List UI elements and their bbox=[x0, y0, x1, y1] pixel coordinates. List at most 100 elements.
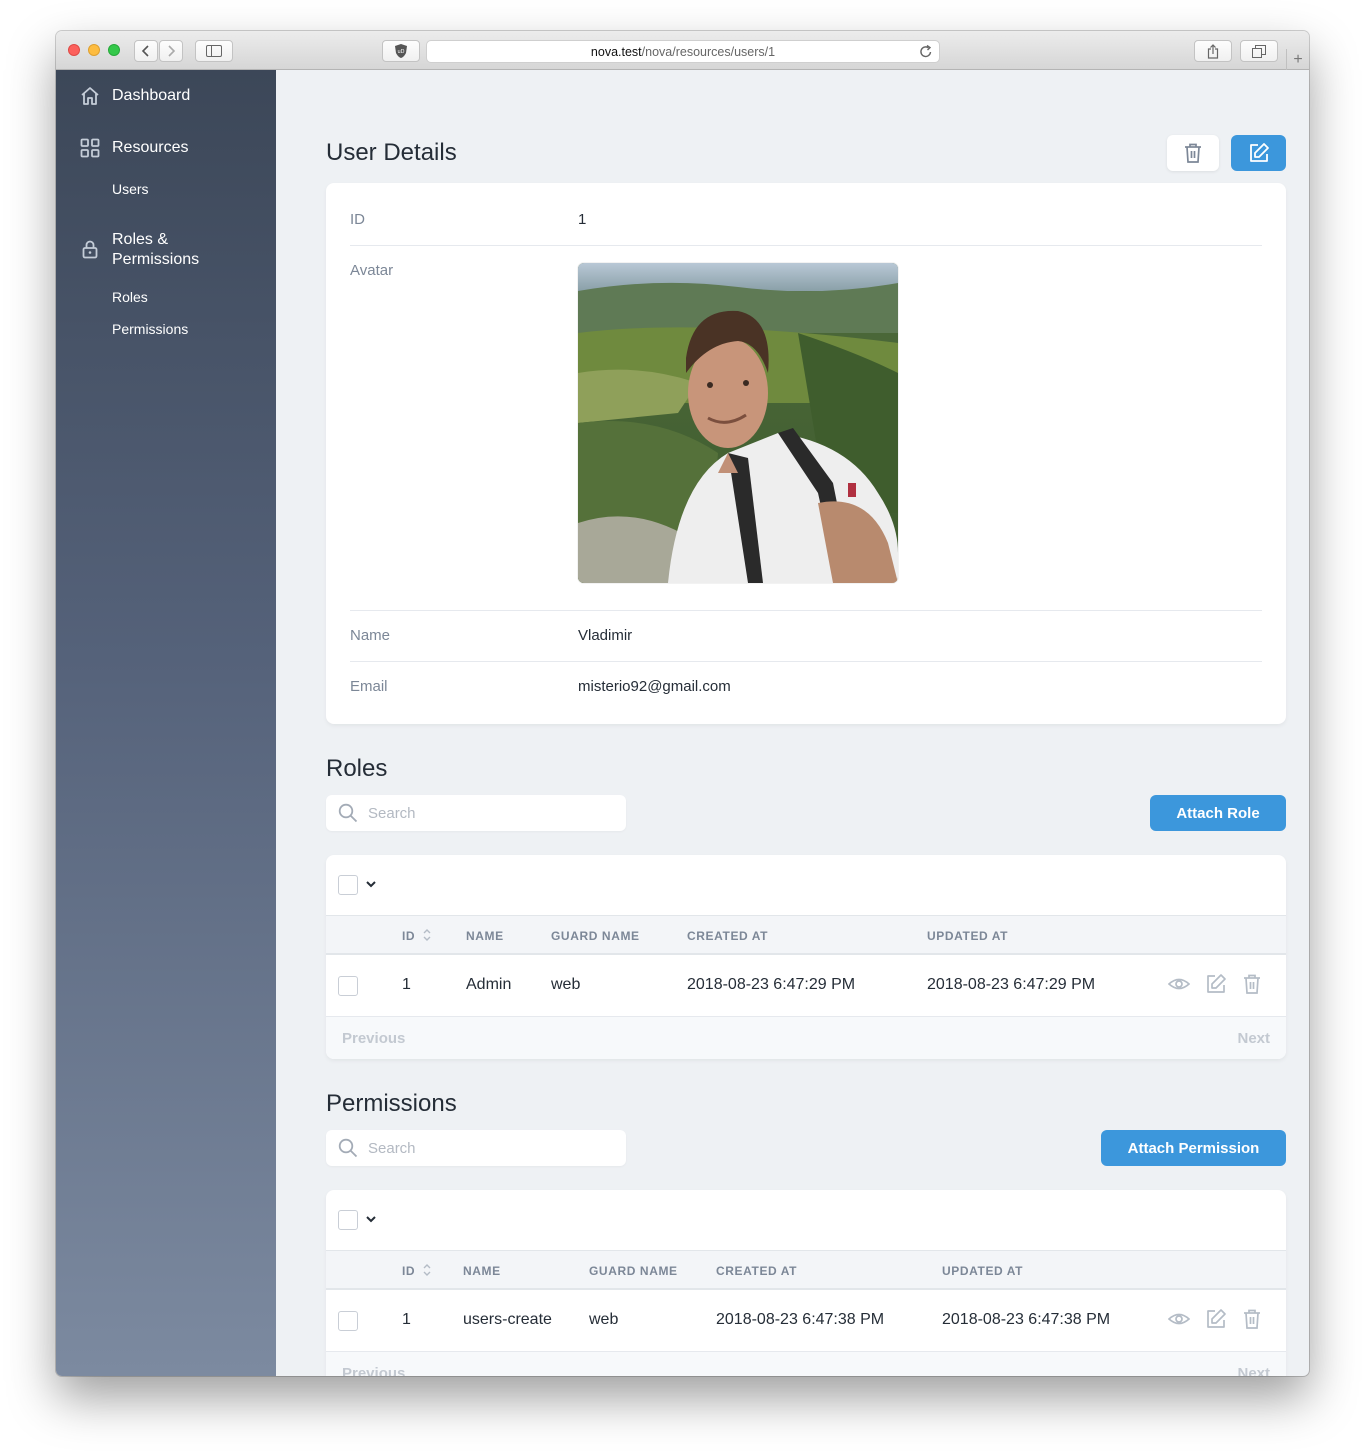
row-checkbox[interactable] bbox=[338, 976, 358, 996]
sidebar-item-roles-permissions[interactable]: Roles & Permissions bbox=[80, 230, 222, 270]
url-host: nova.test bbox=[590, 44, 642, 59]
pagination: Previous Next bbox=[326, 1351, 1286, 1376]
column-header-id[interactable]: ID bbox=[402, 929, 415, 943]
next-page-button[interactable]: Next bbox=[1237, 1030, 1270, 1047]
browser-window: uD nova.test/nova/resources/users/1 + Da… bbox=[56, 31, 1309, 1376]
cell-id: 1 bbox=[402, 976, 411, 993]
share-icon bbox=[1207, 43, 1219, 59]
attach-role-button[interactable]: Attach Role bbox=[1150, 795, 1286, 831]
sidebar-item-label: Dashboard bbox=[112, 87, 191, 104]
url-path: /nova/resources/users/1 bbox=[641, 44, 776, 59]
sidebar-item-label: Roles & Permissions bbox=[112, 231, 200, 268]
table-row: 1 users-create web 2018-08-23 6:47:38 PM… bbox=[326, 1290, 1286, 1351]
permissions-table: ID NAME GUARD NAME CREATED AT UPDATED AT… bbox=[326, 1190, 1286, 1376]
cell-name: users-create bbox=[463, 1311, 552, 1328]
table-header: ID NAME GUARD NAME CREATED AT UPDATED AT bbox=[326, 1250, 1286, 1290]
sort-icon[interactable] bbox=[423, 928, 431, 942]
tabs-icon bbox=[1252, 44, 1266, 58]
column-header-guard-name: GUARD NAME bbox=[551, 929, 640, 943]
close-window-button[interactable] bbox=[68, 44, 80, 56]
tabs-overview-button[interactable] bbox=[1240, 40, 1278, 62]
view-icon[interactable] bbox=[1168, 1308, 1190, 1330]
home-icon bbox=[81, 87, 99, 105]
row-checkbox[interactable] bbox=[338, 1311, 358, 1331]
detail-row-name: Name Vladimir bbox=[350, 611, 1262, 662]
cell-name: Admin bbox=[466, 976, 512, 993]
reload-icon[interactable] bbox=[919, 44, 933, 59]
page-title: User Details bbox=[326, 139, 457, 166]
chevron-left-icon bbox=[141, 45, 149, 57]
detail-row-avatar: Avatar bbox=[350, 246, 1262, 611]
view-icon[interactable] bbox=[1168, 973, 1190, 995]
table-toolbar bbox=[326, 1190, 1286, 1250]
new-tab-button[interactable]: + bbox=[1286, 49, 1309, 70]
plus-icon: + bbox=[1293, 50, 1303, 68]
column-header-updated-at: UPDATED AT bbox=[942, 1264, 1024, 1278]
cell-id: 1 bbox=[402, 1311, 411, 1328]
share-button[interactable] bbox=[1194, 40, 1232, 62]
field-value: misterio92@gmail.com bbox=[578, 678, 731, 695]
edit-icon bbox=[1249, 143, 1269, 162]
grid-icon bbox=[80, 138, 100, 158]
column-header-guard-name: GUARD NAME bbox=[589, 1264, 678, 1278]
next-page-button[interactable]: Next bbox=[1237, 1365, 1270, 1376]
sidebar-toggle-button[interactable] bbox=[195, 40, 233, 62]
table-header: ID NAME GUARD NAME CREATED AT UPDATED AT bbox=[326, 915, 1286, 955]
select-all-checkbox[interactable] bbox=[338, 875, 358, 895]
privacy-extension-button[interactable]: uD bbox=[382, 40, 420, 62]
select-all-checkbox[interactable] bbox=[338, 1210, 358, 1230]
roles-table: ID NAME GUARD NAME CREATED AT UPDATED AT… bbox=[326, 855, 1286, 1059]
field-label: Email bbox=[350, 678, 388, 695]
attach-permission-button[interactable]: Attach Permission bbox=[1101, 1130, 1286, 1166]
permissions-search-input[interactable] bbox=[368, 1139, 598, 1157]
minimize-window-button[interactable] bbox=[88, 44, 100, 56]
browser-toolbar: uD nova.test/nova/resources/users/1 + bbox=[56, 31, 1309, 70]
sidebar-item-resources[interactable]: Resources bbox=[80, 138, 188, 158]
field-value: Vladimir bbox=[578, 627, 633, 644]
sidebar-icon bbox=[206, 45, 222, 57]
edit-button[interactable] bbox=[1231, 135, 1286, 171]
chevron-down-icon[interactable] bbox=[366, 1215, 376, 1223]
previous-page-button[interactable]: Previous bbox=[342, 1030, 405, 1047]
zoom-window-button[interactable] bbox=[108, 44, 120, 56]
previous-page-button[interactable]: Previous bbox=[342, 1365, 405, 1376]
sidebar: Dashboard Resources Users Roles & Permis… bbox=[56, 70, 276, 1376]
column-header-id[interactable]: ID bbox=[402, 1264, 415, 1278]
sort-icon[interactable] bbox=[423, 1263, 431, 1277]
column-header-created-at: CREATED AT bbox=[687, 929, 769, 943]
chevron-down-icon[interactable] bbox=[366, 880, 376, 888]
lock-icon bbox=[82, 240, 98, 259]
trash-icon[interactable] bbox=[1241, 973, 1263, 995]
sidebar-item-roles[interactable]: Roles bbox=[112, 289, 148, 305]
roles-search bbox=[326, 795, 626, 831]
detail-row-id: ID 1 bbox=[350, 183, 1262, 246]
search-icon bbox=[338, 1138, 358, 1158]
forward-button[interactable] bbox=[159, 40, 183, 62]
edit-icon[interactable] bbox=[1205, 973, 1227, 995]
detail-row-email: Email misterio92@gmail.com bbox=[350, 662, 1262, 724]
avatar bbox=[578, 263, 898, 583]
delete-button[interactable] bbox=[1167, 135, 1219, 171]
roles-search-input[interactable] bbox=[368, 804, 598, 822]
chevron-right-icon bbox=[168, 45, 176, 57]
cell-guard-name: web bbox=[589, 1311, 619, 1328]
edit-icon[interactable] bbox=[1205, 1308, 1227, 1330]
trash-icon[interactable] bbox=[1241, 1308, 1263, 1330]
search-icon bbox=[338, 803, 358, 823]
field-label: Avatar bbox=[350, 262, 394, 279]
cell-created-at: 2018-08-23 6:47:38 PM bbox=[716, 1311, 885, 1328]
cell-guard-name: web bbox=[551, 976, 581, 993]
column-header-updated-at: UPDATED AT bbox=[927, 929, 1009, 943]
column-header-created-at: CREATED AT bbox=[716, 1264, 798, 1278]
cell-updated-at: 2018-08-23 6:47:29 PM bbox=[927, 976, 1096, 993]
roles-section-title: Roles bbox=[326, 755, 388, 782]
field-label: ID bbox=[350, 211, 365, 228]
sidebar-item-permissions[interactable]: Permissions bbox=[112, 321, 188, 337]
sidebar-item-dashboard[interactable]: Dashboard bbox=[80, 86, 190, 106]
trash-icon bbox=[1185, 143, 1201, 163]
address-bar[interactable]: nova.test/nova/resources/users/1 bbox=[426, 40, 940, 63]
back-button[interactable] bbox=[134, 40, 158, 62]
sidebar-item-users[interactable]: Users bbox=[112, 181, 149, 197]
permissions-section-title: Permissions bbox=[326, 1090, 457, 1117]
table-row: 1 Admin web 2018-08-23 6:47:29 PM 2018-0… bbox=[326, 955, 1286, 1016]
